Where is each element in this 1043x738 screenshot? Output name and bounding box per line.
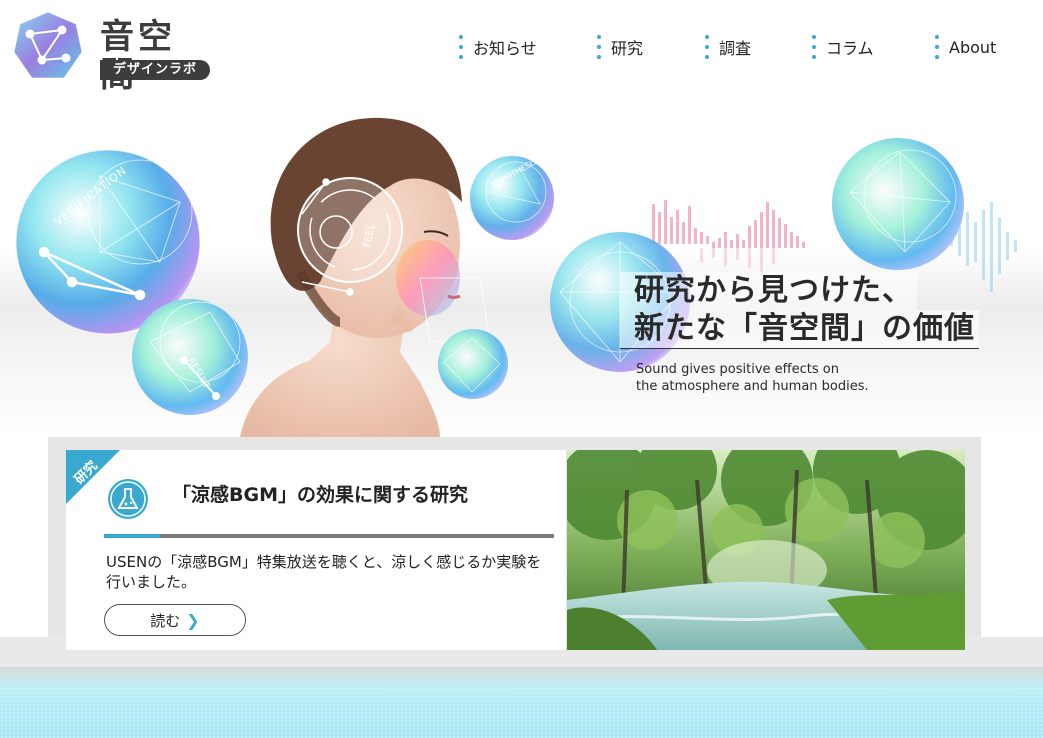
site-header: 音空間 デザインラボ お知らせ 研究 調査 コラム About [0, 0, 1043, 94]
dots-icon [935, 35, 939, 59]
dots-icon [597, 35, 601, 59]
card-description: USENの「涼感BGM」特集放送を聴くと、涼しく感じるか実験を行いました。 [106, 553, 542, 591]
nav-item-research[interactable]: 研究 [597, 32, 643, 62]
card-title[interactable]: 「涼感BGM」の効果に関する研究 [172, 480, 468, 507]
hero-copy: 研究から見つけた、 新たな「音空間」の価値 Sound gives positi… [620, 272, 979, 395]
logo-mark-icon [13, 11, 83, 79]
research-flask-icon [108, 479, 148, 519]
card-divider [104, 534, 554, 538]
logo-title: 音空間 [100, 17, 176, 94]
sphere-result: RESULT [132, 299, 248, 415]
nav-item-column[interactable]: コラム [812, 32, 874, 62]
sphere-small [438, 329, 508, 399]
site-logo[interactable]: 音空間 デザインラボ [12, 10, 212, 94]
forest-stream-photo[interactable] [567, 450, 965, 650]
nav-label: お知らせ [473, 39, 537, 58]
read-more-button[interactable]: 読む ❯ [104, 604, 246, 636]
nav-label: About [949, 37, 997, 57]
nav-label: 調査 [719, 39, 752, 58]
hero-heading-line2: 新たな「音空間」の価値 [620, 310, 979, 349]
research-card[interactable]: 研究 「涼感BGM」の効果に関する研究 USENの「涼感BGM」特集放送を聴くと… [66, 450, 566, 650]
hero-heading-line1: 研究から見つけた、 [620, 272, 917, 310]
chevron-right-icon: ❯ [186, 610, 200, 630]
hero-subtext: Sound gives positive effects on the atmo… [620, 361, 950, 395]
nav-item-news[interactable]: お知らせ [459, 32, 537, 62]
dots-icon [459, 35, 463, 59]
nav-item-survey[interactable]: 調査 [705, 32, 751, 62]
nav-label: 研究 [611, 39, 644, 58]
nav-item-about[interactable]: About [935, 32, 996, 62]
logo-subtitle: デザインラボ [100, 60, 210, 80]
dots-icon [705, 35, 709, 59]
dots-icon [812, 35, 816, 59]
sphere-right [832, 138, 964, 270]
read-more-label: 読む [150, 611, 181, 630]
sphere-hypothesis: HYPOTHESIS [470, 156, 554, 240]
hero-subtext-line1: Sound gives positive effects on [636, 362, 839, 377]
forest-image [567, 450, 965, 650]
nav-label: コラム [826, 39, 874, 58]
sound-wave-graphic [652, 200, 805, 248]
stage-base [0, 667, 1043, 738]
hero-heading: 研究から見つけた、 新たな「音空間」の価値 [620, 272, 979, 349]
hero-visual: VERIFICATION RESULT FEEL HYPOTHESIS 研究から… [0, 92, 1043, 437]
hero-subtext-line2: the atmosphere and human bodies. [636, 379, 869, 394]
